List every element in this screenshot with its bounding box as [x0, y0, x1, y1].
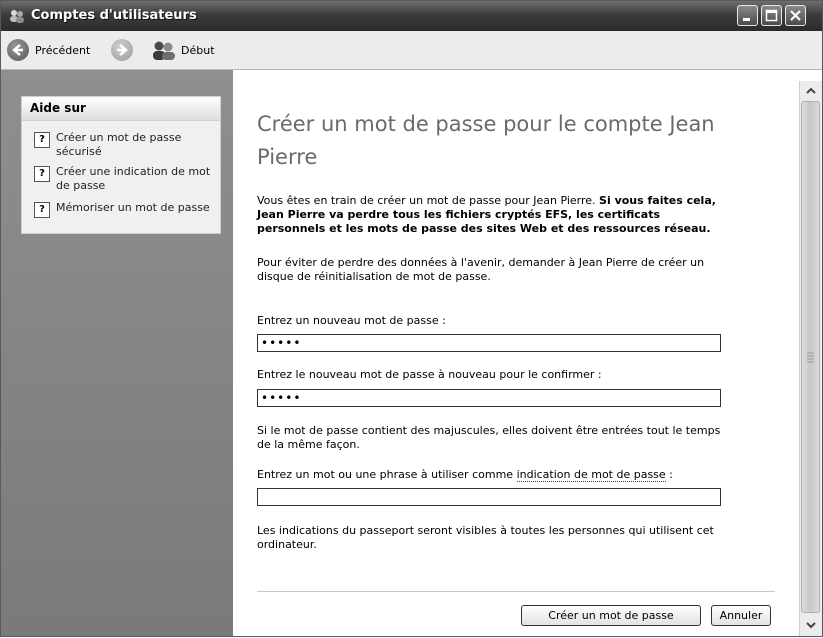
help-icon: ?: [34, 202, 50, 218]
case-sensitivity-note: Si le mot de passe contient des majuscul…: [257, 424, 721, 451]
minimize-icon: [743, 18, 750, 21]
back-arrow-icon: [7, 39, 29, 61]
back-label: Précédent: [35, 43, 91, 57]
forward-button[interactable]: [111, 38, 133, 62]
back-button[interactable]: Précédent: [7, 38, 90, 62]
users-home-icon: [151, 39, 177, 61]
password-hint-input[interactable]: [257, 488, 721, 506]
reset-disk-text: Pour éviter de perdre des données à l'av…: [257, 256, 705, 283]
new-password-label: Entrez un nouveau mot de passe :: [257, 314, 446, 327]
confirm-password-input[interactable]: •••••: [257, 389, 721, 407]
home-button[interactable]: Début: [151, 38, 215, 62]
grip-icon: [807, 352, 814, 363]
main-content: Créer un mot de passe pour le compte Jea…: [233, 70, 799, 636]
help-link-label: Créer un mot de passe sécurisé: [56, 131, 182, 158]
intro-plain-text: Vous êtes en train de créer un mot de pa…: [257, 194, 600, 207]
create-password-button[interactable]: Créer un mot de passe: [521, 605, 701, 626]
window-title: Comptes d'utilisateurs: [31, 8, 197, 23]
password-hint-label: Entrez un mot ou une phrase à utiliser c…: [257, 468, 727, 482]
scroll-up-button[interactable]: [801, 81, 821, 101]
hint-label-prefix: Entrez un mot ou une phrase à utiliser c…: [257, 468, 517, 481]
help-icon: ?: [34, 166, 50, 182]
scroll-thumb[interactable]: [801, 101, 820, 613]
vertical-scrollbar[interactable]: [799, 81, 822, 636]
intro-text: Vous êtes en train de créer un mot de pa…: [257, 194, 727, 236]
chevron-down-icon: [806, 622, 816, 629]
forward-arrow-icon: [111, 39, 133, 61]
passport-note: Les indications du passeport seront visi…: [257, 524, 714, 551]
scroll-down-button[interactable]: [801, 615, 821, 635]
minimize-button[interactable]: [737, 5, 758, 26]
close-button[interactable]: [785, 5, 806, 26]
user-accounts-window: Comptes d'utilisateurs Précédent Début A…: [0, 0, 823, 637]
help-panel: Aide sur ? Créer un mot de passe sécuris…: [21, 96, 221, 234]
home-label: Début: [181, 43, 215, 57]
hint-label-suffix: :: [665, 468, 673, 481]
password-hint-link[interactable]: indication de mot de passe: [516, 468, 666, 482]
title-bar[interactable]: Comptes d'utilisateurs: [1, 1, 822, 31]
help-panel-heading: Aide sur: [22, 97, 220, 121]
new-password-input[interactable]: •••••: [257, 334, 721, 352]
help-link-label: Créer une indication de mot de passe: [56, 165, 211, 192]
help-link-secure-password[interactable]: ? Créer un mot de passe sécurisé: [34, 131, 216, 159]
help-icon: ?: [34, 132, 50, 148]
chevron-up-icon: [806, 87, 816, 94]
help-link-password-hint[interactable]: ? Créer une indication de mot de passe: [34, 165, 216, 193]
cancel-button[interactable]: Annuler: [711, 605, 771, 626]
help-link-remember-password[interactable]: ? Mémoriser un mot de passe: [34, 201, 216, 218]
maximize-icon: [765, 9, 778, 22]
left-task-pane: Aide sur ? Créer un mot de passe sécuris…: [1, 70, 233, 636]
maximize-button[interactable]: [761, 5, 782, 26]
help-link-label: Mémoriser un mot de passe: [56, 201, 210, 214]
confirm-password-label: Entrez le nouveau mot de passe à nouveau…: [257, 368, 602, 381]
button-divider: [257, 591, 775, 592]
user-accounts-icon: [9, 8, 25, 24]
navigation-toolbar: Précédent Début: [1, 31, 822, 70]
page-title: Créer un mot de passe pour le compte Jea…: [257, 112, 715, 169]
close-icon: [790, 10, 801, 21]
